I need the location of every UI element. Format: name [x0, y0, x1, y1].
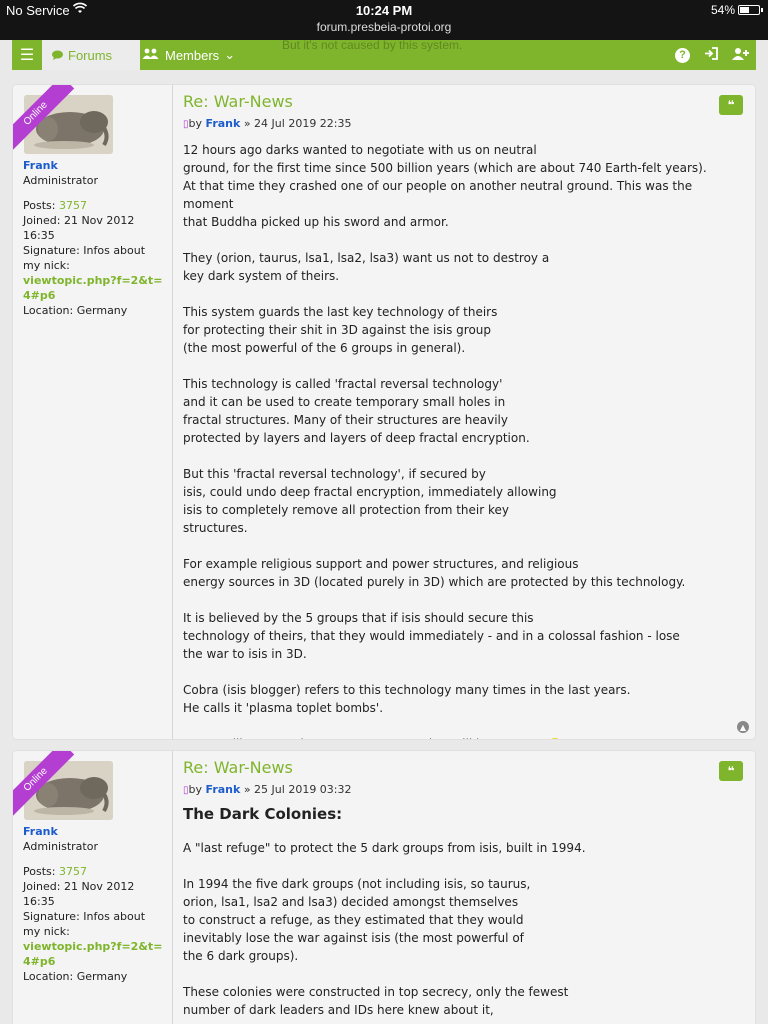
- profile-details: Posts: 3757 Joined: 21 Nov 2012 16:35 Si…: [23, 198, 163, 318]
- post-content: The Dark Colonies: A "last refuge" to pr…: [183, 805, 743, 1024]
- ios-status-bar: No Service 10:24 PM forum.presbeia-proto…: [0, 0, 768, 40]
- post-paragraph: A "last refuge" to protect the 5 dark gr…: [183, 841, 586, 855]
- post-author-link[interactable]: Frank: [206, 783, 241, 796]
- post-paragraph: It is believed by the 5 groups that if i…: [183, 611, 680, 661]
- speech-bubble-icon: [52, 48, 63, 63]
- signature-link[interactable]: viewtopic.php?f=2&t=4#p6: [23, 939, 163, 969]
- post-body: Re: War-News ▯by Frank » 25 Jul 2019 03:…: [183, 751, 755, 1024]
- nav-members-label: Members: [165, 47, 220, 63]
- profile-posts: Posts: 3757: [23, 864, 163, 879]
- post-paragraph: This technology is called 'fractal rever…: [183, 377, 530, 445]
- post-paragraph: In 1994 the five dark groups (not includ…: [183, 877, 531, 963]
- nav-members-dropdown[interactable]: Members ⌄: [138, 40, 235, 70]
- profile-location: Location: Germany: [23, 970, 128, 983]
- nav-forums-tab[interactable]: Forums: [42, 40, 140, 70]
- post-author-line: ▯by Frank » 24 Jul 2019 22:35: [183, 117, 352, 130]
- hamburger-menu-icon[interactable]: ☰: [12, 40, 42, 70]
- post-paragraph: So we will remove them now. Let's see wh…: [183, 735, 743, 739]
- profile-details: Posts: 3757 Joined: 21 Nov 2012 16:35 Si…: [23, 864, 163, 984]
- profile-signature: Signature: Infos about my nick:: [23, 910, 146, 938]
- battery-percent: 54%: [710, 3, 735, 17]
- post-content: 12 hours ago darks wanted to negotiate w…: [183, 141, 743, 739]
- post-title[interactable]: Re: War-News: [183, 758, 293, 777]
- post-paragraph: 12 hours ago darks wanted to negotiate w…: [183, 143, 707, 229]
- profile-signature: Signature: Infos about my nick:: [23, 244, 146, 272]
- post-paragraph: For example religious support and power …: [183, 557, 686, 589]
- profile-joined: Joined: 21 Nov 2012 16:35: [23, 880, 135, 908]
- chevron-down-icon: ⌄: [224, 47, 236, 62]
- post-author-link[interactable]: Frank: [206, 117, 241, 130]
- profile-username[interactable]: Frank: [23, 159, 58, 172]
- help-icon[interactable]: ?: [675, 47, 690, 63]
- profile-rank: Administrator: [23, 174, 98, 187]
- address-url[interactable]: forum.presbeia-protoi.org: [0, 20, 768, 34]
- post-date: » 25 Jul 2019 03:32: [243, 783, 352, 796]
- posts-count-link[interactable]: 3757: [59, 199, 87, 212]
- post-title[interactable]: Re: War-News: [183, 92, 293, 111]
- login-icon[interactable]: [704, 47, 718, 63]
- post-heading: The Dark Colonies:: [183, 805, 343, 823]
- post-author-line: ▯by Frank » 25 Jul 2019 03:32: [183, 783, 352, 796]
- back-to-top-icon[interactable]: ▲: [737, 721, 749, 733]
- clock-text: 10:24 PM: [355, 3, 413, 18]
- quote-button[interactable]: ❝: [719, 95, 743, 115]
- post-profile: Online Frank Administrator Posts: 3757 J…: [13, 85, 173, 739]
- post-body: Re: War-News ▯by Frank » 24 Jul 2019 22:…: [183, 85, 755, 739]
- post-paragraph: Cobra (isis blogger) refers to this tech…: [183, 683, 631, 715]
- post-paragraph: This system guards the last key technolo…: [183, 305, 498, 355]
- posts-count-link[interactable]: 3757: [59, 865, 87, 878]
- profile-location: Location: Germany: [23, 304, 128, 317]
- posts-label: Posts:: [23, 199, 56, 212]
- post-paragraph: These colonies were constructed in top s…: [183, 985, 569, 1017]
- profile-joined: Joined: 21 Nov 2012 16:35: [23, 214, 135, 242]
- signature-link[interactable]: viewtopic.php?f=2&t=4#p6: [23, 273, 163, 303]
- party-smiley-icon: [537, 737, 563, 739]
- by-label: by: [188, 783, 203, 796]
- forum-post: Online Frank Administrator Posts: 3757 J…: [12, 84, 756, 740]
- by-label: by: [188, 117, 203, 130]
- profile-rank: Administrator: [23, 840, 98, 853]
- profile-posts: Posts: 3757: [23, 198, 163, 213]
- nav-actions: ?: [675, 40, 750, 70]
- battery-icon: [738, 5, 763, 15]
- profile-username[interactable]: Frank: [23, 825, 58, 838]
- post-paragraph: They (orion, taurus, lsa1, lsa2, lsa3) w…: [183, 251, 550, 283]
- nav-forums-label: Forums: [68, 47, 113, 63]
- post-profile: Online Frank Administrator Posts: 3757 J…: [13, 751, 173, 1024]
- posts-label: Posts:: [23, 865, 56, 878]
- post-date: » 24 Jul 2019 22:35: [243, 117, 352, 130]
- forum-post: Online Frank Administrator Posts: 3757 J…: [12, 750, 756, 1024]
- quote-button[interactable]: ❝: [719, 761, 743, 781]
- users-icon: [142, 48, 160, 63]
- forum-navbar: But it's not caused by this system. ☰ Fo…: [12, 38, 756, 70]
- register-user-icon[interactable]: [732, 47, 750, 64]
- post-paragraph: But this 'fractal reversal technology', …: [183, 467, 557, 535]
- scrolled-text-behind-nav: But it's not caused by this system.: [282, 38, 463, 52]
